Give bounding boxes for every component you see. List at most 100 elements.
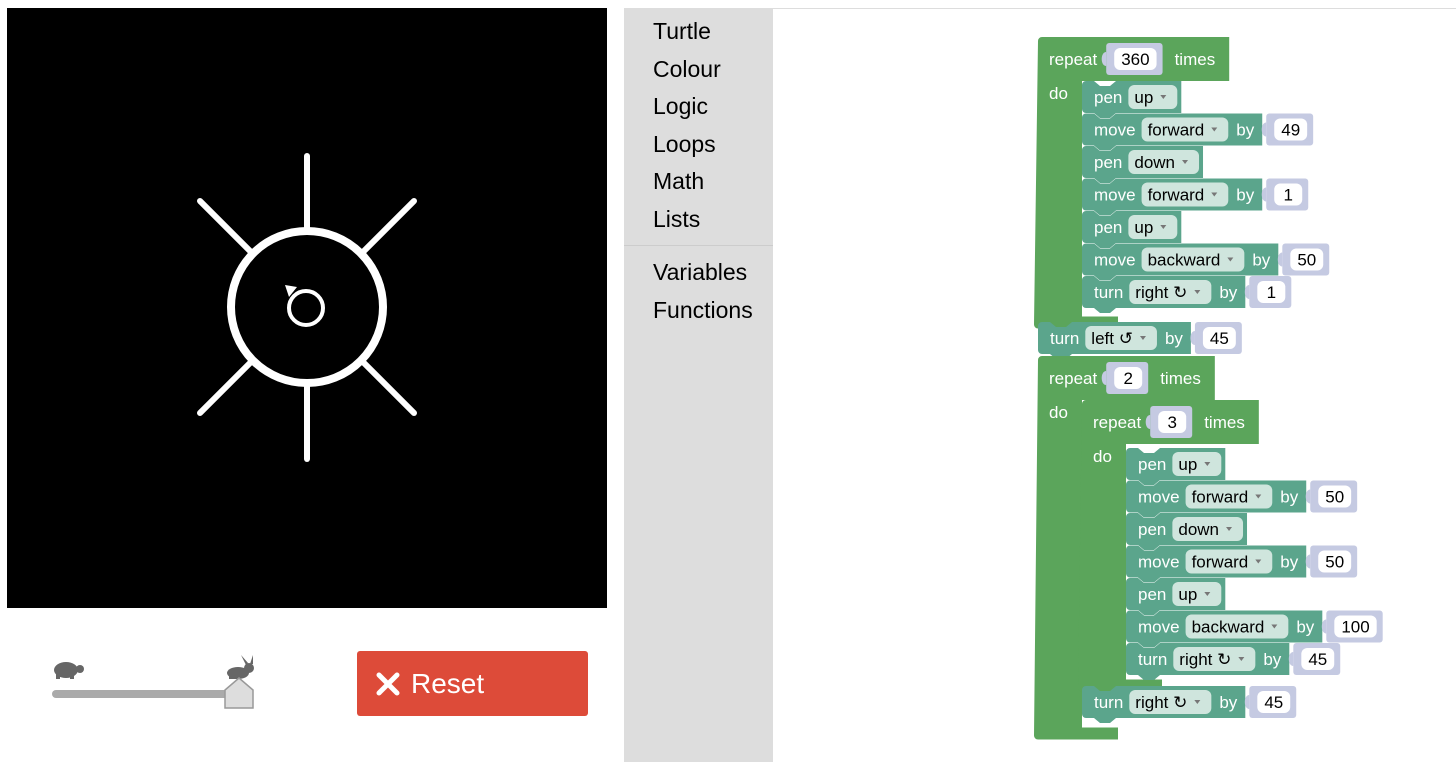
inner-stmt-3-amount-field-value: 50: [1325, 553, 1344, 572]
turn-left-block-by: by: [1165, 329, 1183, 348]
inner-stmt-4[interactable]: pen up: [1126, 578, 1226, 615]
inner-stmt-2[interactable]: pen down: [1126, 513, 1248, 550]
toolbox-category-lists[interactable]: Lists: [653, 206, 700, 232]
turtle-icon: [285, 285, 325, 327]
inner-stmt-5[interactable]: move backward by 100: [1126, 610, 1383, 648]
repeat-3-block-do: do: [1093, 447, 1112, 466]
toolbox-category-variables[interactable]: Variables: [653, 259, 747, 285]
outer-stmt-1-by: by: [1236, 121, 1254, 140]
inner-stmt-3-by: by: [1280, 553, 1298, 572]
inner-stmt-1-amount-field-value: 50: [1325, 488, 1344, 507]
outer-stmt-0-dropdown-label: up: [1134, 88, 1153, 107]
outer-stmt-1-dropdown-label: forward: [1148, 121, 1205, 140]
drawn-ray-ne: [359, 198, 417, 256]
reset-label: Reset: [411, 667, 485, 699]
repeat-2-block-label: repeat: [1049, 369, 1097, 388]
repeat-360-block-label: repeat: [1049, 50, 1097, 69]
turn-left-block[interactable]: turn left ↺ by 45: [1038, 322, 1242, 359]
turtle-drawing: [197, 153, 417, 462]
outer-stmt-6-amount-tab: [1244, 285, 1250, 299]
outer-stmt-4-dropdown-label: up: [1134, 218, 1153, 237]
turn-right-after-block-verb: turn: [1094, 693, 1123, 712]
outer-stmt-6-by: by: [1219, 283, 1237, 302]
outer-stmt-0-verb: pen: [1094, 88, 1122, 107]
outer-stmt-4-verb: pen: [1094, 218, 1122, 237]
turn-right-after-block-dropdown-label: right ↻: [1135, 693, 1187, 712]
inner-stmt-5-by: by: [1296, 618, 1314, 637]
drawn-ray-sw: [197, 358, 255, 416]
inner-stmt-6-dropdown-label: right ↻: [1179, 650, 1231, 669]
inner-stmt-6-verb: turn: [1138, 650, 1167, 669]
outer-stmt-1-verb: move: [1094, 121, 1136, 140]
repeat-360-block-count-field-value: 360: [1121, 50, 1149, 69]
outer-stmt-2-dropdown-label: down: [1134, 153, 1175, 172]
turn-right-after-block-by: by: [1219, 693, 1237, 712]
outer-stmt-3[interactable]: move forward by 1: [1082, 178, 1309, 216]
inner-stmt-0-dropdown-label: up: [1178, 455, 1197, 474]
inner-stmt-0-verb: pen: [1138, 455, 1166, 474]
turn-left-block-dropdown-label: left ↺: [1091, 329, 1133, 348]
toolbox-category-colour[interactable]: Colour: [653, 56, 721, 82]
toolbox-category-functions[interactable]: Functions: [653, 297, 753, 323]
outer-stmt-3-by: by: [1236, 186, 1254, 205]
outer-stmt-6-dropdown-label: right ↻: [1135, 283, 1187, 302]
outer-stmt-5[interactable]: move backward by 50: [1082, 243, 1330, 281]
turtle-icon: [50, 658, 86, 685]
repeat-2-block-count-field-value: 2: [1123, 369, 1132, 388]
outer-stmt-6-amount-field-value: 1: [1267, 283, 1276, 302]
inner-stmt-6-amount-field-value: 45: [1308, 650, 1327, 669]
outer-stmt-5-dropdown-label: backward: [1148, 251, 1221, 270]
repeat-3-block-count-field-value: 3: [1167, 413, 1176, 432]
blocks-workspace[interactable]: repeat 360 times do pen up move forward by 49 pen d…: [773, 8, 1456, 763]
blocks-canvas[interactable]: repeat 360 timesdo pen upmove forward by 49pen d…: [773, 9, 1456, 763]
reset-button[interactable]: Reset: [357, 651, 588, 716]
repeat-2-block-do: do: [1049, 403, 1068, 422]
toolbox-category-math[interactable]: Math: [653, 168, 704, 194]
inner-stmt-1[interactable]: move forward by 50: [1126, 480, 1358, 518]
inner-stmt-4-dropdown-label: up: [1178, 585, 1197, 604]
outer-stmt-5-amount-field-value: 50: [1297, 251, 1316, 270]
outer-stmt-3-dropdown-label: forward: [1148, 186, 1205, 205]
inner-stmt-3-verb: move: [1138, 553, 1180, 572]
outer-stmt-6[interactable]: turn right ↻ by 1: [1082, 276, 1292, 313]
speed-thumb[interactable]: [224, 677, 254, 714]
speed-slider[interactable]: [50, 655, 260, 715]
speed-track[interactable]: [52, 690, 252, 698]
turn-right-after-block-amount-field-value: 45: [1264, 693, 1283, 712]
repeat-3-block-times: times: [1204, 413, 1245, 432]
toolbox: Turtle Colour Logic Loops Math Lists Var…: [624, 8, 773, 762]
turn-left-block-amount-field-value: 45: [1210, 329, 1229, 348]
outer-stmt-2-verb: pen: [1094, 153, 1122, 172]
outer-stmt-0[interactable]: pen up: [1082, 81, 1182, 118]
toolbox-separator: [624, 245, 773, 246]
outer-stmt-1[interactable]: move forward by 49: [1082, 113, 1314, 151]
inner-stmt-2-verb: pen: [1138, 520, 1166, 539]
inner-stmt-4-verb: pen: [1138, 585, 1166, 604]
inner-stmt-2-dropdown-label: down: [1178, 520, 1219, 539]
inner-stmt-3-amount-tab: [1305, 554, 1311, 569]
inner-stmt-1-by: by: [1280, 488, 1298, 507]
outer-stmt-1-amount-tab: [1261, 122, 1267, 137]
turn-left-block-amount-tab: [1190, 331, 1195, 345]
toolbox-category-loops[interactable]: Loops: [653, 131, 716, 157]
outer-stmt-6-verb: turn: [1094, 283, 1123, 302]
inner-stmt-0[interactable]: pen up: [1126, 448, 1226, 485]
outer-stmt-4[interactable]: pen up: [1082, 211, 1182, 248]
drawn-ray-nw: [197, 198, 255, 256]
turn-left-block-verb: turn: [1050, 329, 1079, 348]
turtle-canvas: [7, 8, 607, 608]
turn-right-after-block-amount-tab: [1244, 695, 1250, 709]
inner-stmt-5-amount-tab: [1321, 619, 1327, 634]
repeat-2-block-times: times: [1160, 369, 1201, 388]
toolbox-category-logic[interactable]: Logic: [653, 93, 708, 119]
outer-stmt-5-amount-tab: [1277, 252, 1283, 267]
repeat-360-block-times: times: [1175, 50, 1216, 69]
inner-stmt-3[interactable]: move forward by 50: [1126, 545, 1358, 583]
turn-right-after-block[interactable]: turn right ↻ by 45: [1082, 686, 1297, 723]
toolbox-category-turtle[interactable]: Turtle: [653, 18, 711, 44]
inner-stmt-5-amount-field-value: 100: [1341, 618, 1369, 637]
inner-stmt-6[interactable]: turn right ↻ by 45: [1126, 643, 1341, 680]
repeat-360-block-do: do: [1049, 84, 1068, 103]
inner-stmt-5-verb: move: [1138, 618, 1180, 637]
outer-stmt-2[interactable]: pen down: [1082, 146, 1204, 183]
